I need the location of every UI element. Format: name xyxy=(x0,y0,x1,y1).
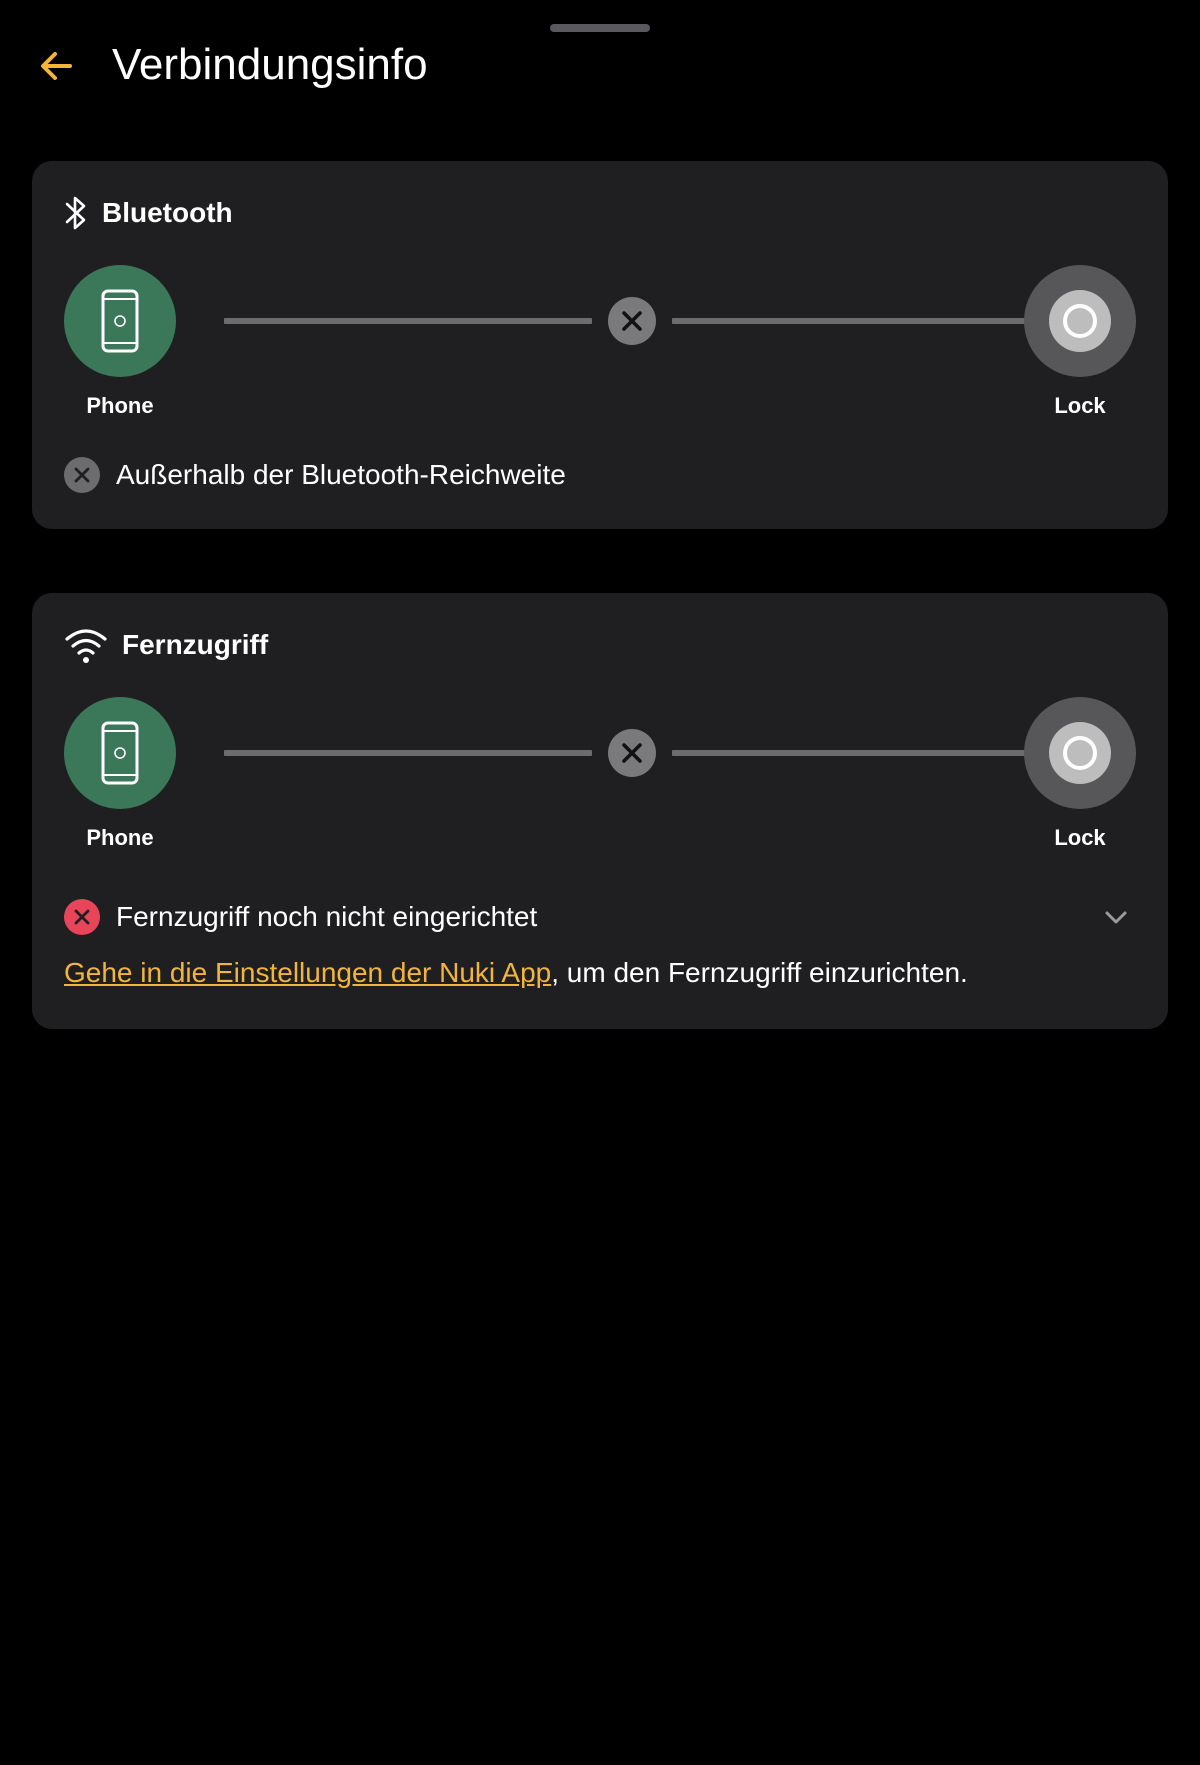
arrow-left-icon xyxy=(41,52,72,80)
page-title: Verbindungsinfo xyxy=(112,40,428,89)
hint-text-rest: , um den Fernzugriff einzurichten. xyxy=(551,957,968,988)
settings-link[interactable]: Gehe in die Einstellungen der Nuki App xyxy=(64,957,551,988)
bluetooth-title: Bluetooth xyxy=(102,197,233,228)
remote-access-card-header: Fernzugriff xyxy=(64,621,268,669)
phone-node xyxy=(64,697,176,809)
remote-access-title: Fernzugriff xyxy=(122,629,269,660)
lock-node xyxy=(1024,697,1136,809)
close-icon xyxy=(64,457,100,493)
lock-label: Lock xyxy=(1054,393,1106,418)
remote-access-status-text: Fernzugriff noch nicht eingerichtet xyxy=(116,901,538,932)
header: Verbindungsinfo xyxy=(0,30,1200,100)
bluetooth-icon xyxy=(65,196,86,230)
connection-line xyxy=(672,318,1040,324)
phone-node xyxy=(64,265,176,377)
connection-line xyxy=(224,750,592,756)
expand-button[interactable] xyxy=(1096,897,1136,937)
disconnected-indicator xyxy=(608,729,656,777)
bluetooth-card-header: Bluetooth xyxy=(64,189,233,237)
remote-access-hint: Gehe in die Einstellungen der Nuki App, … xyxy=(64,957,968,989)
remote-access-card: Fernzugriff Phone Lock Fernzugriff noch … xyxy=(32,593,1168,1029)
chevron-down-icon xyxy=(1105,911,1127,924)
connection-line xyxy=(224,318,592,324)
wifi-icon xyxy=(65,629,107,663)
bluetooth-card: Bluetooth Phone Lock Außerhalb der Bluet… xyxy=(32,161,1168,529)
disconnected-indicator xyxy=(608,297,656,345)
bluetooth-connection-diagram: Phone Lock xyxy=(64,265,1136,418)
back-button[interactable] xyxy=(30,40,82,92)
close-icon xyxy=(622,743,642,763)
remote-access-status[interactable]: Fernzugriff noch nicht eingerichtet xyxy=(64,897,1136,937)
bluetooth-status-text: Außerhalb der Bluetooth-Reichweite xyxy=(116,459,566,490)
bluetooth-status: Außerhalb der Bluetooth-Reichweite xyxy=(64,455,566,495)
phone-icon xyxy=(101,721,139,785)
phone-label: Phone xyxy=(86,825,154,850)
lock-label: Lock xyxy=(1054,825,1106,850)
phone-label: Phone xyxy=(86,393,154,418)
phone-icon xyxy=(101,289,139,353)
lock-icon xyxy=(1049,290,1111,352)
lock-node xyxy=(1024,265,1136,377)
connection-line xyxy=(672,750,1040,756)
error-close-icon xyxy=(64,899,100,935)
close-icon xyxy=(622,311,642,331)
lock-icon xyxy=(1049,722,1111,784)
remote-connection-diagram: Phone Lock xyxy=(64,697,1136,850)
